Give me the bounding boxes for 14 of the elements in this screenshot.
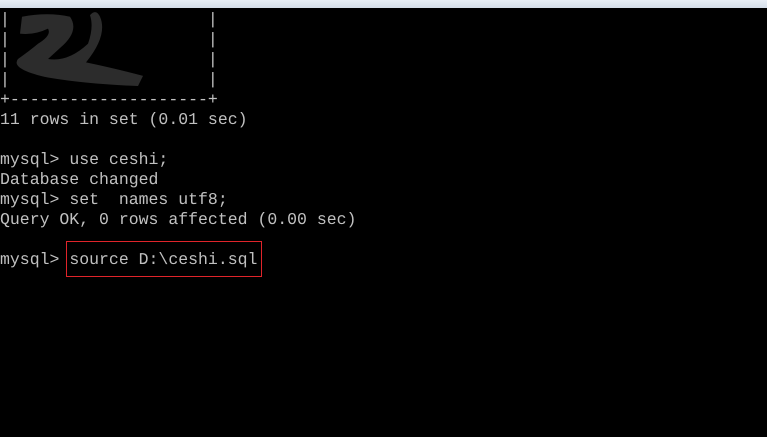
output-line: | | (0, 50, 218, 70)
output-line: Query OK, 0 rows affected (0.00 sec) (0, 210, 356, 230)
output-line: +--------------------+ (0, 90, 218, 110)
prompt: mysql> (0, 190, 60, 210)
output-line: | | (0, 70, 218, 90)
output-line: | | (0, 10, 218, 30)
output-line: Database changed (0, 170, 158, 190)
command-text: use ceshi; (69, 150, 168, 170)
output-line: 11 rows in set (0.01 sec) (0, 110, 248, 130)
command-text: set names utf8; (69, 190, 228, 210)
prompt: mysql> (0, 250, 60, 270)
prompt: mysql> (0, 150, 60, 170)
command-text: source D:\ceshi.sql (69, 250, 258, 270)
output-line: | | (0, 30, 218, 50)
